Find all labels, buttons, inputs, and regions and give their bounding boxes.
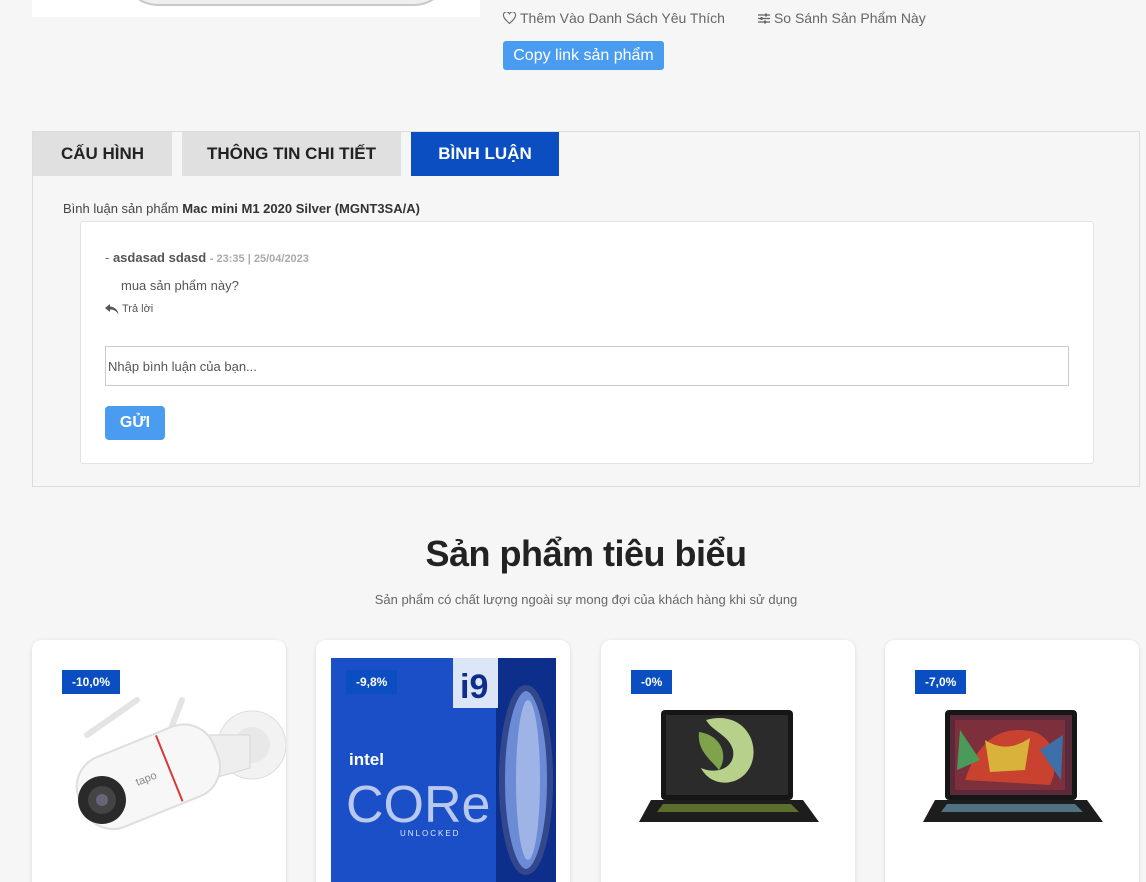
featured-subtitle: Sản phẩm có chất lượng ngoài sự mong đợi… [374, 592, 798, 607]
reply-link[interactable]: Trả lời [105, 303, 153, 315]
product-image [32, 0, 480, 17]
comment-header: - asdasad sdasd - 23:35 | 25/04/2023 [105, 250, 309, 265]
discount-badge: -10,0% [62, 670, 121, 694]
product-card[interactable]: -0% [601, 640, 855, 882]
tab-configuration[interactable]: CẤU HÌNH [33, 132, 172, 176]
discount-badge: -0% [631, 670, 673, 694]
product-card[interactable]: -7,0% [885, 640, 1139, 882]
heart-icon [503, 12, 516, 24]
product-actions: Thêm Vào Danh Sách Yêu Thích So Sánh Sản… [503, 10, 926, 26]
copy-link-button[interactable]: Copy link sản phẩm [503, 41, 664, 70]
tab-comments[interactable]: BÌNH LUẬN [411, 132, 559, 176]
discount-badge: -9,8% [346, 670, 398, 694]
tab-details[interactable]: THÔNG TIN CHI TIẾT [182, 132, 401, 176]
reply-label: Trả lời [122, 303, 154, 315]
wishlist-label: Thêm Vào Danh Sách Yêu Thích [520, 10, 725, 26]
compare-link[interactable]: So Sánh Sản Phẩm Này [757, 10, 926, 26]
tab-bar: CẤU HÌNH THÔNG TIN CHI TIẾT BÌNH LUẬN [33, 132, 559, 176]
product-tabs-panel: CẤU HÌNH THÔNG TIN CHI TIẾT BÌNH LUẬN Bì… [32, 131, 1140, 487]
comments-product-name: Mac mini M1 2020 Silver (MGNT3SA/A) [182, 201, 420, 216]
wishlist-link[interactable]: Thêm Vào Danh Sách Yêu Thích [503, 10, 725, 26]
svg-text:intel: intel [349, 750, 384, 769]
comments-heading-prefix: Bình luận sản phẩm [63, 201, 179, 216]
featured-title: Sản phẩm tiêu biểu [425, 533, 747, 574]
comment-author: asdasad sdasd [112, 250, 207, 265]
comments-box: - asdasad sdasd - 23:35 | 25/04/2023 mua… [80, 221, 1094, 464]
comment-text: mua sản phẩm này? [121, 278, 239, 293]
svg-text:UNLOCKED: UNLOCKED [400, 829, 460, 838]
send-comment-button[interactable]: GỬI [105, 406, 165, 440]
compare-label: So Sánh Sản Phẩm Này [773, 10, 926, 26]
reply-icon [105, 303, 119, 314]
svg-text:CORe: CORe [346, 776, 490, 834]
sliders-icon [757, 13, 770, 23]
product-card[interactable]: -9,8% i9 intel CORe UNLOCKED [316, 640, 570, 882]
comments-heading: Bình luận sản phẩm Mac mini M1 2020 Silv… [63, 201, 420, 216]
svg-text:i9: i9 [460, 668, 488, 706]
comment-input[interactable] [105, 346, 1069, 386]
comment-time: 23:35 | 25/04/2023 [216, 253, 309, 265]
product-card[interactable]: -10,0% tapo [32, 640, 286, 882]
discount-badge: -7,0% [915, 670, 967, 694]
